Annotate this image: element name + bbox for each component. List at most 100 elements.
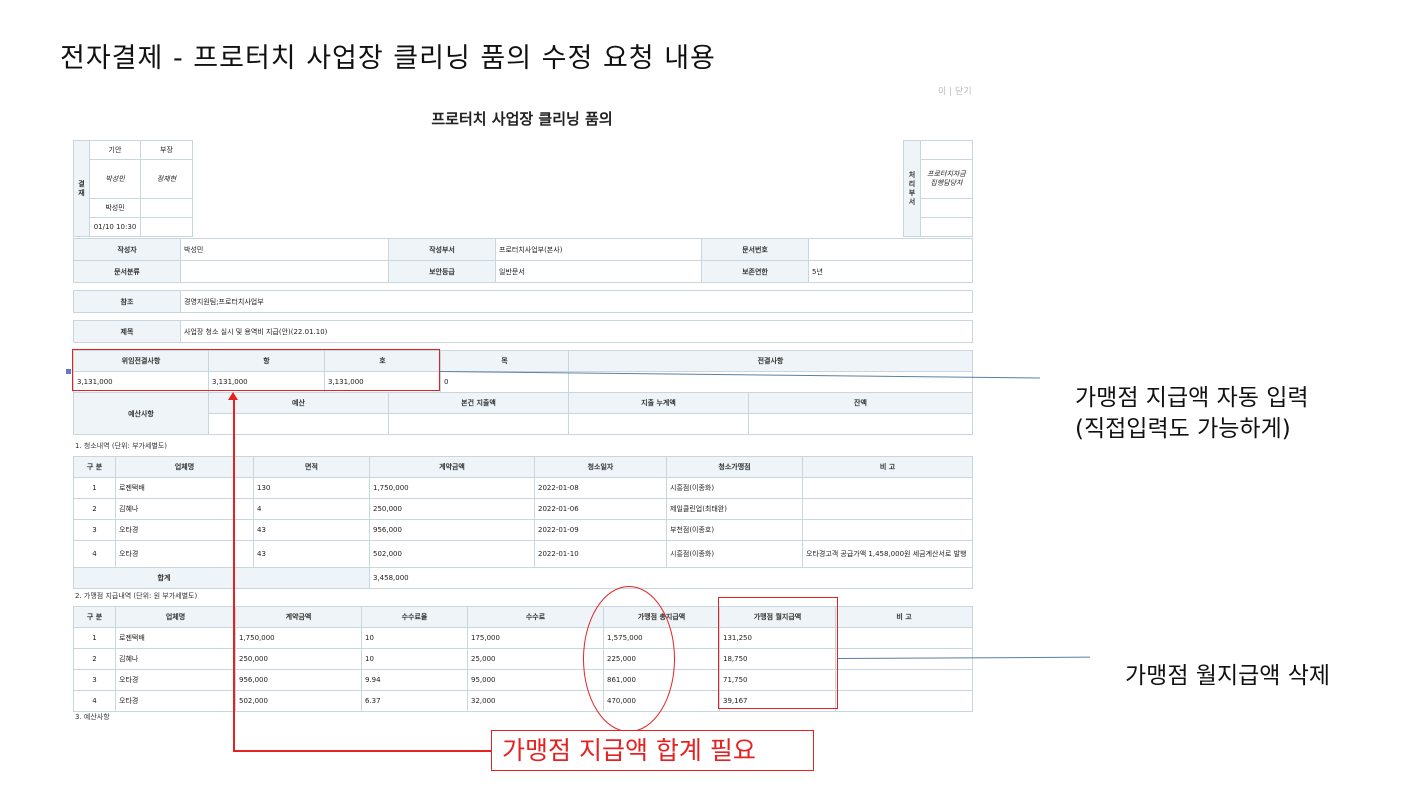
payment-header-1: 구 분 bbox=[73, 606, 116, 628]
payment-cell: 10 bbox=[361, 648, 468, 670]
cleaning-header-3: 면적 bbox=[253, 456, 370, 478]
payment-cell bbox=[835, 690, 973, 712]
payment-cell bbox=[835, 669, 973, 691]
budget-label: 예산사항 bbox=[73, 392, 209, 435]
auto-input-annotation-line1: 가맹점 지급액 자동 입력 bbox=[1075, 385, 1309, 411]
process-dept-value: 프로터치자금 집행담당자 bbox=[920, 159, 973, 199]
section3-title: 3. 예산사항 bbox=[75, 713, 110, 721]
approval-side-label: 결 재 bbox=[73, 140, 90, 237]
cleaning-cell: 2022-01-10 bbox=[534, 540, 667, 568]
cleaning-cell bbox=[802, 519, 973, 541]
process-dept-empty-2 bbox=[920, 198, 973, 218]
subject-value: 사업장 청소 실시 및 용역비 지급(안)(22.01.10) bbox=[180, 320, 973, 343]
budget-top-value-4[interactable]: 0 bbox=[440, 371, 569, 393]
cleaning-header-5: 청소일자 bbox=[534, 456, 667, 478]
approval-col2-header: 부장 bbox=[140, 140, 193, 160]
payment-header-5: 수수료 bbox=[467, 606, 604, 628]
dept-label: 작성부서 bbox=[388, 238, 496, 261]
author-label: 작성자 bbox=[73, 238, 181, 261]
ref-table: 참조 경영지원팀;프로터치사업부 bbox=[73, 290, 973, 313]
cleaning-cell: 4 bbox=[253, 498, 370, 520]
budget-header-2: 본건 지출액 bbox=[388, 392, 569, 414]
cleaning-cell: 1 bbox=[73, 477, 116, 499]
ref-label: 참조 bbox=[73, 290, 181, 313]
payment-cell: 10 bbox=[361, 627, 468, 649]
approval-col1-header: 기안 bbox=[89, 140, 141, 160]
doc-info-table: 작성자 박성민 작성부서 프로터치사업부(본사) 문서번호 문서분류 보안등급 … bbox=[73, 238, 973, 283]
cleaning-cell: 3 bbox=[73, 519, 116, 541]
approval-name1: 박성민 bbox=[89, 198, 141, 218]
payment-header-4: 수수료율 bbox=[361, 606, 468, 628]
auto-input-highlight-box bbox=[72, 349, 440, 391]
payment-cell: 오타경 bbox=[115, 669, 236, 691]
payment-cell: 3 bbox=[73, 669, 116, 691]
author-value: 박성민 bbox=[180, 238, 389, 261]
payment-cell bbox=[835, 627, 973, 649]
retention-label: 보존연한 bbox=[701, 260, 809, 283]
cleaning-cell: 250,000 bbox=[369, 498, 535, 520]
process-dept-empty-3 bbox=[920, 217, 973, 237]
table-row: 2 김혜나 4 250,000 2022-01-06 제일클린업(최태완) bbox=[73, 498, 973, 520]
cleaning-header-7: 비 고 bbox=[802, 456, 973, 478]
payment-header-3: 계약금액 bbox=[235, 606, 362, 628]
cleaning-header-4: 계약금액 bbox=[369, 456, 535, 478]
category-label: 문서분류 bbox=[73, 260, 181, 283]
cleaning-cell bbox=[802, 477, 973, 499]
cleaning-cell: 1,750,000 bbox=[369, 477, 535, 499]
approval-table: 결 재 기안 부장 박성민 정재현 박성민 01/10 10:30 bbox=[73, 140, 193, 237]
payment-cell: 250,000 bbox=[235, 648, 362, 670]
cleaning-cell: 시흥점(이종화) bbox=[666, 477, 803, 499]
cleaning-table: 구 분 업체명 면적 계약금액 청소일자 청소가맹점 비 고 1 로젠택배 13… bbox=[73, 456, 973, 589]
section1-title: 1. 청소내역 (단위: 부가세별도) bbox=[75, 442, 168, 450]
payment-cell: 4 bbox=[73, 690, 116, 712]
total-needed-connector-vertical bbox=[233, 399, 235, 751]
approval-signer1: 박성민 bbox=[89, 159, 141, 199]
process-dept-side-label: 처 리 부 서 bbox=[903, 140, 921, 237]
security-label: 보안등급 bbox=[388, 260, 496, 283]
docno-label: 문서번호 bbox=[701, 238, 809, 261]
approval-datetime2 bbox=[140, 217, 193, 237]
cleaning-header-1: 구 분 bbox=[73, 456, 116, 478]
table-row: 1 로젠택배 130 1,750,000 2022-01-08 시흥점(이종화) bbox=[73, 477, 973, 499]
category-value bbox=[180, 260, 389, 283]
security-value: 일반문서 bbox=[495, 260, 702, 283]
cleaning-cell: 502,000 bbox=[369, 540, 535, 568]
ref-value: 경영지원팀;프로터치사업부 bbox=[180, 290, 973, 313]
budget-top-header-5: 전결사항 bbox=[568, 350, 973, 372]
payment-cell: 956,000 bbox=[235, 669, 362, 691]
cleaning-cell: 130 bbox=[253, 477, 370, 499]
doc-window-controls[interactable]: 이 | 닫기 bbox=[938, 84, 972, 97]
total-needed-annotation: 가맹점 지급액 합계 필요 bbox=[491, 730, 814, 771]
cleaning-total-value: 3,458,000 bbox=[369, 567, 973, 589]
payment-cell: 오타경 bbox=[115, 690, 236, 712]
retention-value: 5년 bbox=[808, 260, 973, 283]
budget-header-3: 지출 누계액 bbox=[568, 392, 749, 414]
doc-title: 프로터치 사업장 클리닝 품의 bbox=[431, 110, 613, 128]
subject-label: 제목 bbox=[73, 320, 181, 343]
cleaning-cell: 4 bbox=[73, 540, 116, 568]
payment-cell: 502,000 bbox=[235, 690, 362, 712]
cleaning-cell: 2022-01-06 bbox=[534, 498, 667, 520]
approval-datetime1: 01/10 10:30 bbox=[89, 217, 141, 237]
budget-value-4[interactable] bbox=[748, 413, 973, 435]
payment-cell: 1 bbox=[73, 627, 116, 649]
cleaning-cell: 시흥점(이종화) bbox=[666, 540, 803, 568]
process-dept-table: 처 리 부 서 프로터치자금 집행담당자 bbox=[903, 140, 973, 237]
payment-cell: 로젠택배 bbox=[115, 627, 236, 649]
budget-value-2[interactable] bbox=[388, 413, 569, 435]
budget-value-1[interactable] bbox=[208, 413, 389, 435]
cleaning-cell: 2022-01-08 bbox=[534, 477, 667, 499]
docno-value bbox=[808, 238, 973, 261]
cleaning-cell: 956,000 bbox=[369, 519, 535, 541]
budget-table: 예산사항 예산 본건 지출액 지출 누계액 잔액 bbox=[73, 392, 973, 435]
process-dept-empty-1 bbox=[920, 140, 973, 160]
cleaning-header-6: 청소가맹점 bbox=[666, 456, 803, 478]
slide-title: 전자결제 - 프로터치 사업장 클리닝 품의 수정 요청 내용 bbox=[60, 43, 716, 74]
budget-value-3[interactable] bbox=[568, 413, 749, 435]
payment-cell: 1,750,000 bbox=[235, 627, 362, 649]
approval-name2 bbox=[140, 198, 193, 218]
total-needed-connector-horizontal bbox=[233, 750, 491, 752]
payment-cell: 9.94 bbox=[361, 669, 468, 691]
cleaning-cell: 2 bbox=[73, 498, 116, 520]
marker-square bbox=[66, 369, 71, 374]
